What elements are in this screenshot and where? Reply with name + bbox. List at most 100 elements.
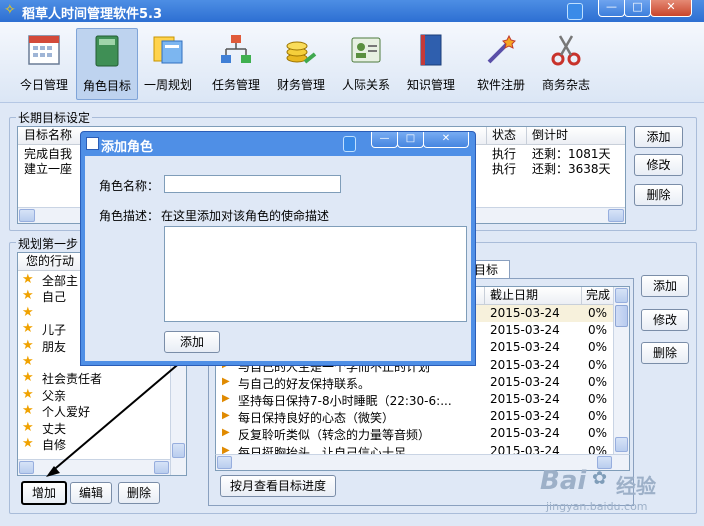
triangle-right-icon: ▶ [222,427,230,439]
goal-deadline: 2015-03-24 [490,392,560,406]
coins-icon [286,41,317,64]
toolbar-label: 今日管理 [19,78,68,92]
dialog-close-button[interactable]: ✕ [423,132,469,148]
monthly-progress-button[interactable]: 按月查看目标进度 [220,475,336,497]
scroll-left-button[interactable] [19,461,34,474]
delete-plan-button[interactable]: 删除 [641,342,689,364]
role-desc-hint: 在这里添加对该角色的使命描述 [161,209,330,223]
goals-scrollbar[interactable] [613,287,629,455]
toolbar-finance[interactable]: 财务管理 [271,28,331,98]
star-icon: ★ [22,403,34,419]
toolbar-label: 软件注册 [476,78,525,92]
goal-deadline: 2015-03-24 [490,306,560,320]
tray-icon[interactable] [567,3,583,20]
toolbar-label: 一周规划 [143,78,192,92]
scroll-up-button[interactable] [615,288,628,303]
goal-progress: 0% [588,426,608,441]
toolbar-register[interactable]: 软件注册 [471,28,531,98]
role-name-label: 角色名称： [99,179,160,193]
delete-goal-button[interactable]: 删除 [634,184,683,206]
role-label: 全部主 [42,274,79,288]
star-icon: ★ [22,321,34,337]
add-goal-button[interactable]: 添加 [634,126,683,148]
toolbar-label: 知识管理 [406,78,455,92]
scroll-left-button[interactable] [19,209,35,222]
goal-title: 每日保持良好的心态（微笑） [238,411,395,426]
long-term-goals-title: 长期目标设定 [16,109,93,126]
main-toolbar: 今日管理 角色目标 一周规划 任务管理 财务管理 人际关系 知识管理 软件注册 … [0,22,704,103]
arrow-annotation [46,360,183,477]
toolbar-label: 财务管理 [276,78,325,92]
dialog-add-button[interactable]: 添加 [164,331,220,353]
close-button[interactable]: ✕ [650,0,692,17]
toolbar-label: 人际关系 [341,78,390,92]
table-row[interactable]: ▶ 坚持每日保持7-8小时睡眠（22:30-6:... 2015-03-24 0% [216,391,613,408]
column-header[interactable]: 状态 [492,127,516,144]
column-header[interactable]: 截止日期 [490,287,538,304]
add-plan-button[interactable]: 添加 [641,275,689,297]
dialog-tray-icon[interactable] [343,136,356,152]
role-label: 自己 [42,290,67,305]
goal-progress: 0% [588,409,608,424]
scroll-left-button[interactable] [217,456,232,469]
toolbar-knowledge[interactable]: 知识管理 [401,28,461,98]
role-name-input[interactable] [164,175,341,193]
table-row[interactable]: ▶ 与自己的好友保持联系。 2015-03-24 0% [216,374,613,391]
triangle-right-icon: ▶ [222,375,230,387]
role-desc-label: 角色描述： [99,209,160,223]
goal-deadline: 2015-03-24 [490,374,560,389]
toolbar-tasks[interactable]: 任务管理 [206,28,266,98]
goal-countdown: 还剩：3638天 [532,162,611,176]
goal-progress: 0% [588,340,608,355]
minimize-button[interactable]: — [598,0,625,17]
calendar-icon [28,35,60,65]
star-icon: ★ [22,386,34,402]
dialog-maximize-button[interactable]: □ [397,132,424,148]
goal-deadline: 2015-03-24 [490,323,560,338]
toolbar-magazine[interactable]: 商务杂志 [536,28,596,98]
star-icon: ★ [22,304,34,320]
table-row[interactable]: ▶ 每日保持良好的心态（微笑） 2015-03-24 0% [216,408,613,425]
dialog-icon [86,137,99,150]
toolbar-label: 商务杂志 [541,78,590,92]
maximize-button[interactable]: □ [624,0,651,17]
triangle-right-icon: ▶ [222,410,230,422]
goal-progress: 0% [588,306,608,320]
triangle-right-icon: ▶ [222,393,230,404]
toolbar-role-goals[interactable]: 角色目标 [76,28,138,100]
add-role-dialog: 添加角色 — □ ✕ 角色名称： 角色描述： 在这里添加对该角色的使命描述 添加 [80,131,476,366]
roles-header-label: 您的行动 [26,254,75,268]
delete-role-button[interactable]: 删除 [118,482,160,504]
edit-goal-button[interactable]: 修改 [634,154,683,176]
dialog-title: 添加角色 [101,140,154,155]
star-icon: ★ [22,419,34,435]
goal-progress: 0% [588,392,608,406]
cards-icon [153,36,183,64]
bookshelf-icon [420,34,442,66]
scissors-icon [551,35,581,66]
scroll-thumb[interactable] [615,305,628,327]
column-header[interactable]: 倒计时 [532,127,568,144]
star-icon: ★ [22,288,34,304]
plan-title: 规划第一步 [16,235,81,252]
magic-wand-icon [487,34,516,64]
toolbar-relations[interactable]: 人际关系 [336,28,396,98]
toolbar-weekly[interactable]: 一周规划 [138,28,198,98]
column-header[interactable]: 完成 [586,287,610,304]
goal-status: 执行 [492,162,517,176]
edit-role-button[interactable]: 编辑 [70,482,112,504]
scroll-down-button[interactable] [615,437,628,452]
goal-progress: 0% [588,323,608,338]
scroll-right-button[interactable] [608,209,624,222]
dialog-minimize-button[interactable]: — [371,132,398,148]
star-icon: ★ [22,436,34,451]
table-row[interactable]: ▶ 反复聆听类似（转念的力量等音频） 2015-03-24 0% [216,425,613,442]
goal-title: 与自己的好友保持联系。 [238,376,371,391]
toolbar-today[interactable]: 今日管理 [14,28,74,98]
watermark-url: jingyan.baidu.com [546,500,648,513]
role-label: 朋友 [42,339,67,354]
role-desc-textarea[interactable] [164,226,467,322]
edit-plan-button[interactable]: 修改 [641,309,689,331]
title-bar: ✧ 稻草人时间管理软件5.3 — □ ✕ [0,0,704,22]
column-header[interactable]: 目标名称 [24,127,72,144]
